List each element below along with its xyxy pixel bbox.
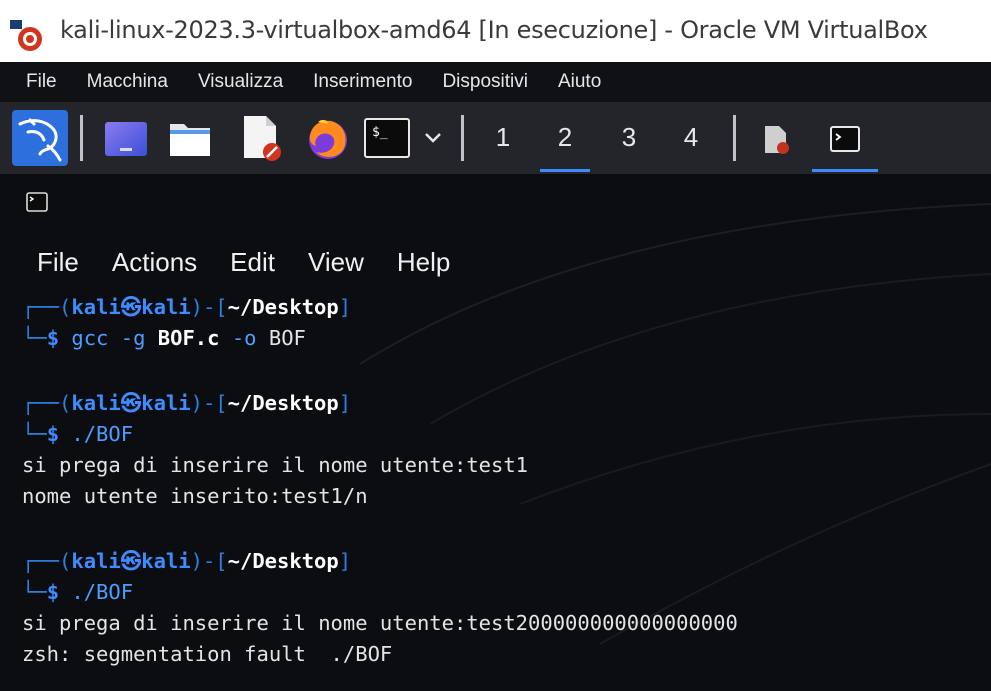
vbox-menu-inserimento[interactable]: Inserimento xyxy=(313,71,412,93)
command-token: ./BOF xyxy=(71,580,134,604)
vbox-menu-aiuto[interactable]: Aiuto xyxy=(558,71,601,93)
panel-separator xyxy=(733,115,736,161)
prompt-dollar: $ xyxy=(46,326,60,350)
window-terminal-icon[interactable] xyxy=(830,126,860,152)
virtualbox-icon xyxy=(10,20,48,52)
prompt-at-symbol: ㉿ xyxy=(120,549,142,573)
window-editor-icon[interactable] xyxy=(762,124,792,156)
prompt-path: ~/Desktop xyxy=(227,549,339,573)
vbox-menu-visualizza[interactable]: Visualizza xyxy=(198,71,283,93)
command-token: ./BOF xyxy=(71,422,134,446)
prompt-bracket: )-[ xyxy=(190,391,228,415)
terminal-menu-edit[interactable]: Edit xyxy=(230,247,275,278)
kali-dragon-icon xyxy=(18,118,62,162)
prompt-line: ┌──(kali㉿kali)-[~/Desktop] xyxy=(22,546,982,577)
virtualbox-menubar: File Macchina Visualizza Inserimento Disposi… xyxy=(0,62,991,102)
output-line: si prega di inserire il nome utente:test… xyxy=(22,453,529,477)
output-line: zsh: segmentation fault ./BOF xyxy=(22,642,393,666)
prompt-corner: └─ xyxy=(22,326,47,350)
window-title: kali-linux-2023.3-virtualbox-amd64 [In e… xyxy=(60,16,928,44)
prompt-user: kali xyxy=(71,295,121,319)
prompt-corner: └─ xyxy=(22,580,47,604)
svg-text:$_: $_ xyxy=(372,125,388,140)
prompt-path: ~/Desktop xyxy=(227,295,339,319)
prompt-at-symbol: ㉿ xyxy=(120,391,142,415)
command-line: └─$ ./BOF xyxy=(22,577,982,608)
prompt-bracket: ┌──( xyxy=(22,391,72,415)
show-desktop-icon[interactable] xyxy=(103,120,149,158)
prompt-bracket: ] xyxy=(338,295,352,319)
terminal-window-icon xyxy=(26,192,48,212)
prompt-host: kali xyxy=(141,391,191,415)
prompt-bracket: ┌──( xyxy=(22,295,72,319)
prompt-bracket: )-[ xyxy=(190,549,228,573)
vbox-menu-file[interactable]: File xyxy=(26,71,57,93)
terminal-menu-file[interactable]: File xyxy=(37,247,79,278)
vbox-menu-macchina[interactable]: Macchina xyxy=(87,71,168,93)
firefox-icon[interactable] xyxy=(304,114,352,162)
command-token: BOF xyxy=(268,326,306,350)
terminal-menu-view[interactable]: View xyxy=(308,247,364,278)
prompt-line: ┌──(kali㉿kali)-[~/Desktop] xyxy=(22,388,982,419)
terminal-output[interactable]: ┌──(kali㉿kali)-[~/Desktop] └─$ gcc -g BOF… xyxy=(22,292,982,670)
panel-separator xyxy=(80,115,83,161)
command-line: └─$ ./BOF xyxy=(22,419,982,450)
prompt-bracket: ] xyxy=(338,549,352,573)
prompt-at-symbol: ㉿ xyxy=(120,295,142,319)
prompt-dollar: $ xyxy=(46,422,60,446)
workspace-4[interactable]: 4 xyxy=(662,102,720,174)
prompt-user: kali xyxy=(71,391,121,415)
terminal-window[interactable]: File Actions Edit View Help ┌──(kali㉿kali)-[… xyxy=(0,174,991,691)
terminal-icon[interactable]: $_ xyxy=(364,118,410,158)
command-token: gcc -g xyxy=(71,326,158,350)
active-window-indicator xyxy=(812,169,878,172)
command-token: -o xyxy=(219,326,269,350)
workspace-1[interactable]: 1 xyxy=(474,102,532,174)
kali-top-panel: $_ 1 2 3 4 xyxy=(0,102,991,174)
prompt-host: kali xyxy=(141,549,191,573)
workspace-2[interactable]: 2 xyxy=(536,102,594,174)
host-title-bar[interactable]: kali-linux-2023.3-virtualbox-amd64 [In e… xyxy=(0,0,991,62)
kali-menu-button[interactable] xyxy=(12,110,68,166)
text-editor-icon[interactable] xyxy=(240,114,284,162)
output-line: si prega di inserire il nome utente:test… xyxy=(22,611,738,635)
prompt-bracket: ] xyxy=(338,391,352,415)
prompt-bracket: ┌──( xyxy=(22,549,72,573)
prompt-path: ~/Desktop xyxy=(227,391,339,415)
panel-separator xyxy=(461,115,464,161)
command-token: BOF.c xyxy=(157,326,220,350)
prompt-corner: └─ xyxy=(22,422,47,446)
file-manager-icon[interactable] xyxy=(168,118,212,158)
workspace-3[interactable]: 3 xyxy=(600,102,658,174)
vbox-menu-dispositivi[interactable]: Dispositivi xyxy=(442,71,528,93)
dropdown-chevron-icon[interactable] xyxy=(422,128,444,148)
terminal-menubar: File Actions Edit View Help xyxy=(0,242,483,282)
prompt-dollar: $ xyxy=(46,580,60,604)
terminal-menu-help[interactable]: Help xyxy=(397,247,450,278)
output-line: nome utente inserito:test1/n xyxy=(22,484,368,508)
prompt-line: ┌──(kali㉿kali)-[~/Desktop] xyxy=(22,292,982,323)
command-line: └─$ gcc -g BOF.c -o BOF xyxy=(22,323,982,354)
prompt-bracket: )-[ xyxy=(190,295,228,319)
terminal-menu-actions[interactable]: Actions xyxy=(112,247,197,278)
prompt-user: kali xyxy=(71,549,121,573)
prompt-host: kali xyxy=(141,295,191,319)
